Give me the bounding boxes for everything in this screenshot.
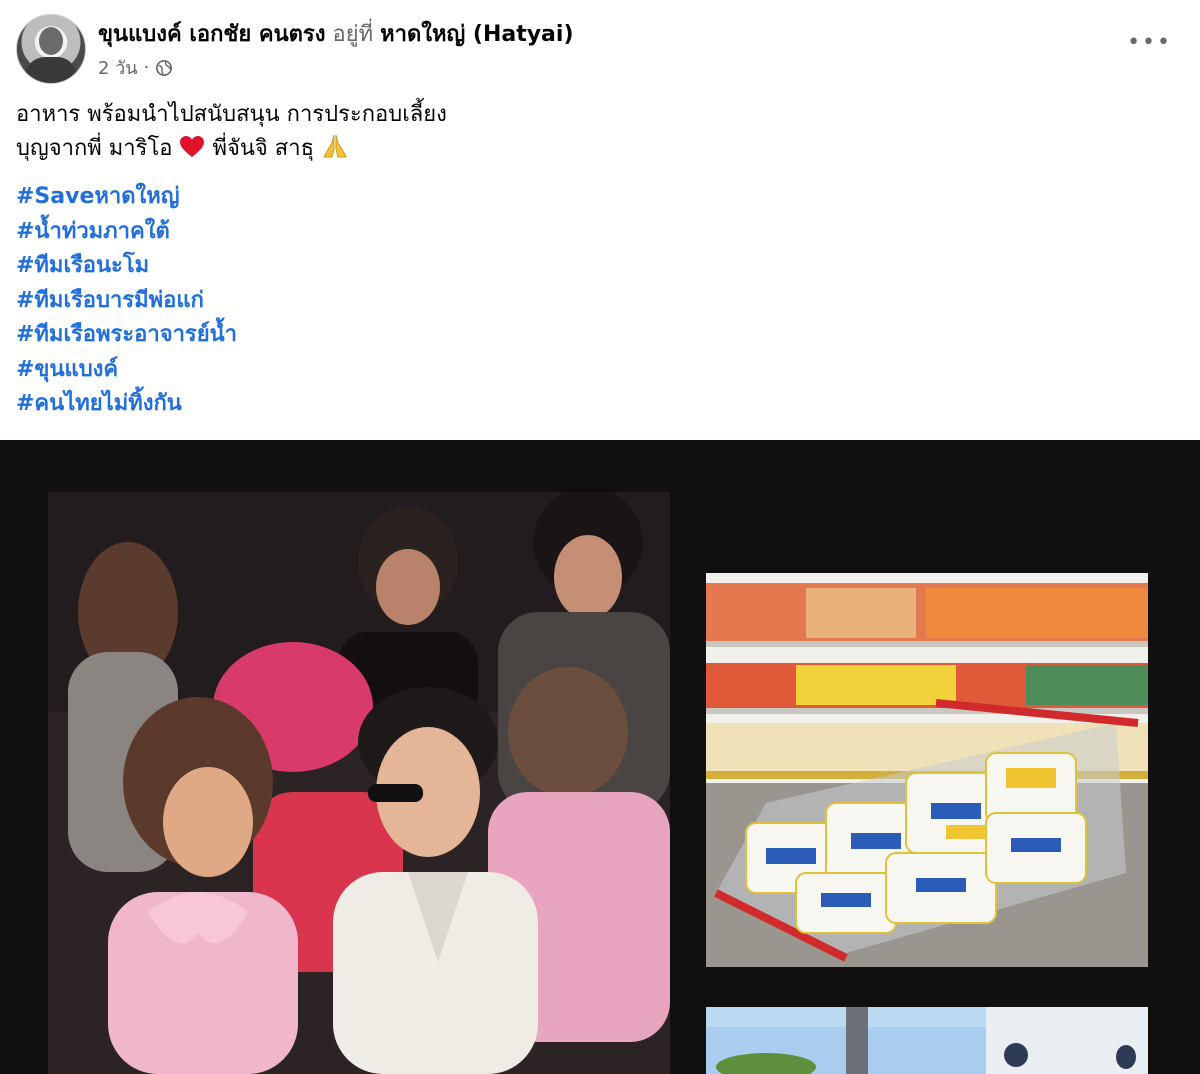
photo-outdoor[interactable]	[706, 1007, 1148, 1074]
post-text-line-1: อาหาร พร้อมนำไปสนับสนุน การประกอบเลี้ยง	[16, 102, 447, 127]
hashtag-link[interactable]: #ทีมเรือพระอาจารย์น้ำ	[16, 318, 237, 353]
more-options-icon[interactable]: •••	[1127, 30, 1172, 55]
post-header: ขุนแบงค์ เอกชัย คนตรง อยู่ที่ หาดใหญ่ (H…	[0, 0, 1200, 90]
post-meta: 2 วัน ·	[98, 53, 173, 82]
hashtag-link[interactable]: #ทีมเรือนะโม	[16, 249, 237, 284]
photo-outdoor-illustration	[706, 1007, 1148, 1074]
avatar-body	[25, 57, 77, 83]
meta-separator: ·	[143, 57, 150, 78]
hashtag-list: #Saveหาดใหญ่ #น้ำท่วมภาคใต้ #ทีมเรือนะโม…	[16, 180, 237, 422]
hashtag-link[interactable]: #น้ำท่วมภาคใต้	[16, 215, 237, 250]
hashtag-link[interactable]: #ขุนแบงค์	[16, 353, 237, 388]
avatar-head	[39, 27, 63, 55]
media-gallery	[0, 440, 1200, 1074]
hashtag-link[interactable]: #คนไทยไม่ทิ้งกัน	[16, 387, 237, 422]
photo-cart-illustration	[706, 573, 1148, 967]
post-text-line-2: บุญจากพี่ มาริโอ พี่จันจิ สาธุ	[16, 132, 1176, 166]
pray-icon	[323, 134, 347, 158]
photo-people-illustration	[48, 492, 670, 1074]
post-time[interactable]: 2 วัน	[98, 53, 138, 82]
location-name[interactable]: หาดใหญ่ (Hatyai)	[380, 22, 573, 47]
photo-supermarket-cart[interactable]	[706, 573, 1148, 967]
author-avatar[interactable]	[16, 14, 86, 84]
post-text-line-2-b: พี่จันจิ สาธุ	[212, 136, 315, 161]
hashtag-link[interactable]: #Saveหาดใหญ่	[16, 180, 237, 215]
post-text-line-2-a: บุญจากพี่ มาริโอ	[16, 136, 173, 161]
at-label: อยู่ที่	[332, 22, 374, 47]
hashtag-link[interactable]: #ทีมเรือบารมีพ่อแก่	[16, 284, 237, 319]
globe-icon[interactable]	[155, 59, 173, 77]
author-name[interactable]: ขุนแบงค์ เอกชัย คนตรง	[98, 22, 325, 47]
post-text: อาหาร พร้อมนำไปสนับสนุน การประกอบเลี้ยง …	[16, 98, 1176, 166]
photo-people-event[interactable]	[48, 492, 670, 1074]
author-line: ขุนแบงค์ เอกชัย คนตรง อยู่ที่ หาดใหญ่ (H…	[98, 16, 574, 51]
heart-icon	[180, 136, 205, 157]
